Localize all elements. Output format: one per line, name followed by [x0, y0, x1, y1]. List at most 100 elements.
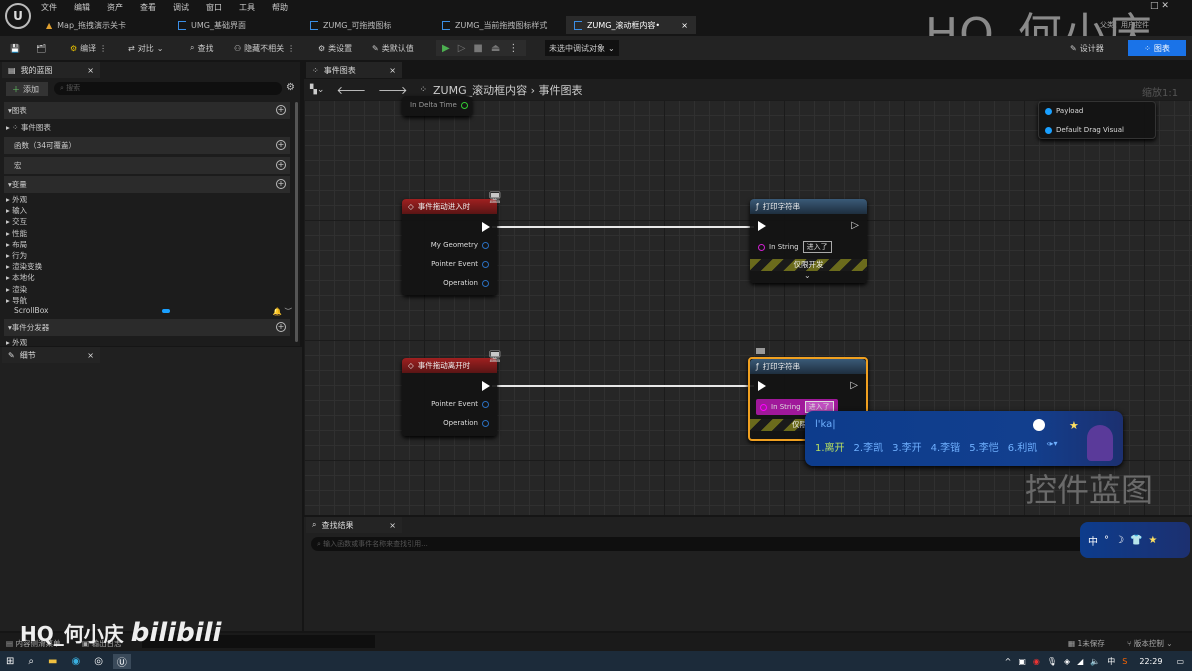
- browse-button[interactable]: 🗂: [36, 40, 46, 56]
- exec-out-pin[interactable]: [482, 381, 490, 391]
- find-input[interactable]: ⌕ 输入函数或事件名称来查找引用...: [311, 537, 1181, 551]
- close-icon[interactable]: ×: [389, 66, 396, 75]
- add-button[interactable]: ＋添加: [6, 82, 48, 96]
- close-icon[interactable]: ×: [87, 351, 94, 360]
- menu-view[interactable]: 查看: [140, 2, 156, 13]
- print-string-node-1[interactable]: ƒ 打印字符串 ▷ In String 进入了 仅限开发 ⌄: [750, 199, 867, 283]
- my-geometry-pin[interactable]: My Geometry: [431, 241, 489, 249]
- steam-icon[interactable]: ◈: [1064, 657, 1070, 666]
- ime-candidate[interactable]: 3.李开: [892, 439, 922, 454]
- tab-find-results[interactable]: ⌕ 查找结果 ×: [306, 517, 402, 533]
- close-icon[interactable]: ×: [87, 66, 94, 75]
- operation-pin[interactable]: Operation: [443, 419, 489, 427]
- ime-input[interactable]: l'ka|: [815, 419, 836, 430]
- tab-map[interactable]: ▲ Map_拖拽演示关卡: [38, 16, 134, 34]
- add-dispatcher-icon[interactable]: +: [276, 322, 286, 332]
- event-graph-item[interactable]: ▸ ⁘ 事件图表: [6, 122, 51, 133]
- windows-start-icon[interactable]: ⊞: [6, 656, 14, 667]
- pointer-event-pin[interactable]: Pointer Event: [431, 260, 489, 268]
- tray-chevron-icon[interactable]: ^: [1005, 657, 1012, 666]
- in-string-pin[interactable]: In String 进入了: [758, 241, 832, 253]
- eject-icon[interactable]: ⏏: [491, 43, 500, 54]
- forward-icon[interactable]: 🡒: [378, 83, 408, 97]
- ime-candidate[interactable]: 6.利凯: [1008, 439, 1038, 454]
- category-dispatchers[interactable]: ▾ 事件分发器 +: [4, 319, 290, 336]
- debug-target-select[interactable]: 未选中调试对象 ⌄: [545, 40, 619, 56]
- class-settings-button[interactable]: ⚙ 类设置: [318, 40, 352, 56]
- ime-candidate[interactable]: 5.李恺: [969, 439, 999, 454]
- event-drag-enter-node[interactable]: ◇ 事件拖动进入时 My Geometry Pointer Event Opera…: [402, 199, 497, 295]
- volume-icon[interactable]: 🔈: [1090, 657, 1100, 666]
- file-explorer-icon[interactable]: ▬: [48, 656, 57, 667]
- menu-asset[interactable]: 资产: [107, 2, 123, 13]
- exec-in-pin[interactable]: [758, 381, 766, 391]
- variable-group[interactable]: ▸ 行为: [6, 250, 27, 261]
- tray-app-icon[interactable]: ▣: [1018, 657, 1026, 666]
- source-control-button[interactable]: ⑂ 版本控制 ⌄: [1127, 638, 1173, 649]
- breadcrumb-root[interactable]: ZUMG_滚动框内容: [433, 84, 527, 97]
- find-button[interactable]: ⌕ 查找: [190, 40, 213, 56]
- tab-details[interactable]: ✎ 细节 ×: [2, 347, 100, 363]
- add-graph-icon[interactable]: +: [276, 105, 286, 115]
- menu-file[interactable]: 文件: [41, 2, 57, 13]
- menu-edit[interactable]: 编辑: [74, 2, 90, 13]
- exec-in-pin[interactable]: [758, 221, 766, 231]
- variable-group[interactable]: ▸ 导航: [6, 295, 27, 306]
- save-button[interactable]: 💾: [10, 40, 20, 56]
- event-drag-leave-node[interactable]: ◇ 事件拖动离开时 Pointer Event Operation: [402, 358, 497, 436]
- graph-mode-button[interactable]: ⁘ 图表: [1128, 40, 1186, 56]
- drag-visual-pin[interactable]: Default Drag Visual: [1045, 126, 1124, 134]
- network-icon[interactable]: ◢: [1077, 657, 1083, 666]
- scrollbox-variable[interactable]: ScrollBox 🔔 ︶: [14, 306, 292, 317]
- variable-group[interactable]: ▸ 渲染变换: [6, 261, 42, 272]
- scrollbar[interactable]: [295, 102, 298, 342]
- clock[interactable]: 22:29: [1139, 657, 1162, 666]
- variable-group[interactable]: ▸ 布局: [6, 239, 27, 250]
- moon-icon[interactable]: ☽: [1115, 535, 1124, 546]
- more-icon[interactable]: ⋮: [508, 43, 518, 54]
- unreal-logo[interactable]: U: [5, 3, 31, 29]
- unreal-taskbar-icon[interactable]: Ⓤ: [112, 653, 131, 669]
- breadcrumb-leaf[interactable]: 事件图表: [539, 84, 583, 97]
- variable-group[interactable]: ▸ 输入: [6, 205, 27, 216]
- menu-tools[interactable]: 工具: [239, 2, 255, 13]
- ime-status-bar[interactable]: 中 ° ☽ 👕 ★: [1080, 522, 1190, 558]
- menu-window[interactable]: 窗口: [206, 2, 222, 13]
- exec-out-pin[interactable]: ▷: [850, 380, 858, 391]
- eye-icon[interactable]: 🔔 ︶: [273, 306, 292, 317]
- tab-draggable-icon[interactable]: ZUMG_可拖拽图标: [302, 16, 399, 34]
- bookmark-icon[interactable]: ▚⌄: [310, 85, 324, 95]
- step-icon[interactable]: ▷: [458, 43, 466, 54]
- variable-group[interactable]: ▸ 渲染: [6, 284, 27, 295]
- unsaved-button[interactable]: ▦ 1未保存: [1068, 638, 1105, 649]
- pointer-event-pin[interactable]: Pointer Event: [431, 400, 489, 408]
- tray-app-icon[interactable]: ◉: [1033, 657, 1040, 666]
- class-defaults-button[interactable]: ✎ 类默认值: [372, 40, 414, 56]
- diff-button[interactable]: ⇄ 对比 ⌄: [128, 40, 163, 56]
- category-graphs[interactable]: ▾ 图表 +: [4, 102, 290, 119]
- delta-time-pin[interactable]: In Delta Time: [410, 101, 468, 109]
- page-arrows-icon[interactable]: ‹▸▾: [1046, 439, 1057, 454]
- expand-chevron-icon[interactable]: ⌄: [804, 271, 811, 280]
- add-variable-icon[interactable]: +: [276, 179, 286, 189]
- tab-drag-style[interactable]: ZUMG_当前拖拽图标样式: [434, 16, 555, 34]
- tab-scrollbox-content[interactable]: ZUMG_滚动框内容• ×: [566, 16, 696, 34]
- search-input[interactable]: ⌕ 搜索: [54, 82, 282, 95]
- app-icon[interactable]: ◎: [94, 656, 103, 667]
- compile-button[interactable]: ⚙ 编译 ⋮: [70, 40, 107, 56]
- in-string-input[interactable]: 进入了: [802, 241, 832, 253]
- variable-group[interactable]: ▸ 外观: [6, 194, 27, 205]
- menu-debug[interactable]: 调试: [173, 2, 189, 13]
- ime-candidate[interactable]: 4.李锴: [931, 439, 961, 454]
- skin-icon[interactable]: 👕: [1130, 535, 1142, 546]
- ime-mode[interactable]: 中: [1088, 533, 1098, 548]
- menu-help[interactable]: 帮助: [272, 2, 288, 13]
- microphone-icon[interactable]: 🎙: [1047, 657, 1057, 666]
- tab-event-graph[interactable]: ⁘ 事件图表 ×: [306, 62, 402, 78]
- close-icon[interactable]: ×: [681, 21, 688, 30]
- add-function-icon[interactable]: +: [276, 140, 286, 150]
- tab-umg-base[interactable]: UMG_基础界面: [170, 16, 254, 34]
- exec-out-pin[interactable]: [482, 222, 490, 232]
- window-controls[interactable]: □ ✕: [1150, 1, 1169, 11]
- add-macro-icon[interactable]: +: [276, 160, 286, 170]
